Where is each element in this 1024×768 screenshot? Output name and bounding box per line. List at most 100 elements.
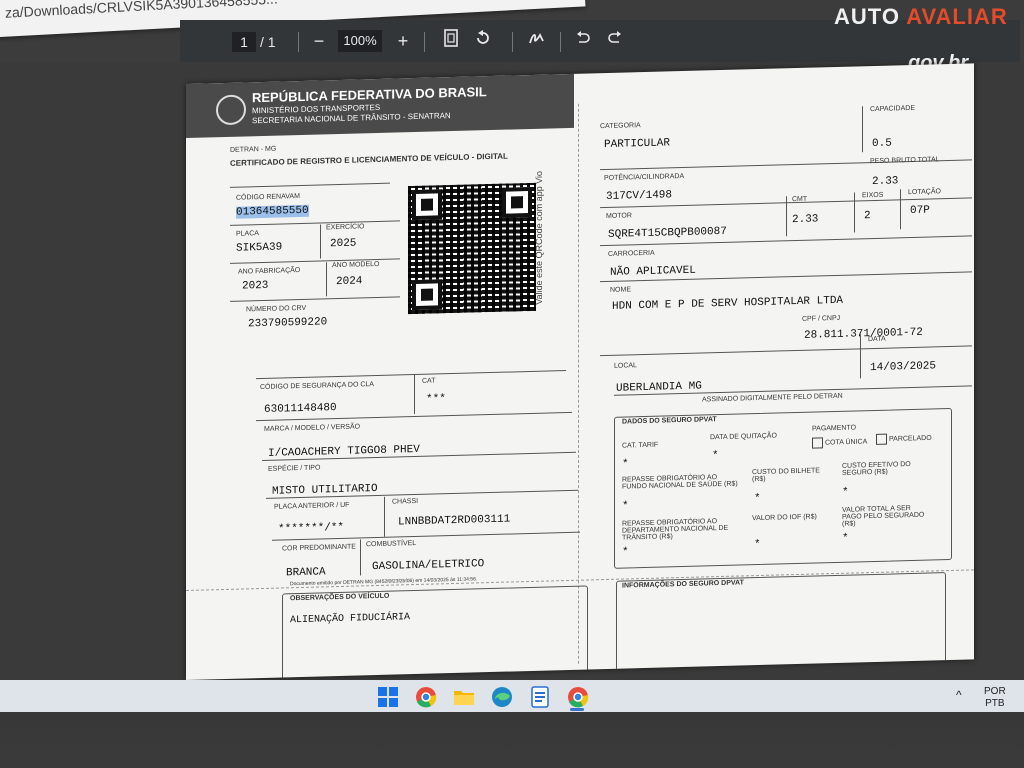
categoria-value: PARTICULAR xyxy=(604,137,671,152)
categoria-label: CATEGORIA xyxy=(600,122,641,131)
rule xyxy=(854,192,855,233)
peso-label: PESO BRUTO TOTAL xyxy=(870,156,940,166)
rule xyxy=(360,539,361,576)
motor-label: MOTOR xyxy=(606,212,632,221)
toolbar-divider xyxy=(424,32,425,52)
toolbar-divider xyxy=(512,32,513,52)
data-value: 14/03/2025 xyxy=(870,360,937,375)
watermark-logo: AUTO AVALIAR xyxy=(834,4,1008,29)
language-indicator[interactable]: POR PTB xyxy=(984,686,1006,710)
renavam-value[interactable]: 01364585550 xyxy=(236,204,309,219)
header-title: REPÚBLICA FEDERATIVA DO BRASIL xyxy=(252,84,487,106)
cat-tarif-value: * xyxy=(622,458,629,471)
zoom-in-button[interactable]: + xyxy=(390,28,416,54)
repasse-dnt-label: REPASSE OBRIGATÓRIO AO DEPARTAMENTO NACI… xyxy=(622,518,729,542)
cota-unica-option[interactable]: COTA ÚNICA xyxy=(812,436,867,449)
lotacao-label: LOTAÇÃO xyxy=(908,188,941,197)
carroceria-value: NÃO APLICAVEL xyxy=(610,264,696,279)
exercicio-label: EXERCÍCIO xyxy=(326,223,365,232)
zoom-out-button[interactable]: − xyxy=(306,28,332,54)
cert-title: CERTIFICADO DE REGISTRO E LICENCIAMENTO … xyxy=(230,151,508,168)
ano-fab-label: ANO FABRICAÇÃO xyxy=(238,267,301,276)
redo-icon[interactable] xyxy=(602,28,628,54)
nome-value: HDN COM E P DE SERV HOSPITALAR LTDA xyxy=(612,294,844,313)
undo-icon[interactable] xyxy=(570,28,596,54)
tray-overflow-icon[interactable]: ^ xyxy=(956,688,962,702)
keyboard-layout: PTB xyxy=(985,698,1005,709)
taskbar xyxy=(0,680,1024,712)
qr-corner xyxy=(502,186,532,218)
capacidade-label: CAPACIDADE xyxy=(870,104,915,114)
exercicio-value: 2025 xyxy=(330,237,357,251)
parcelado-checkbox[interactable] xyxy=(876,433,887,445)
chrome-active-icon[interactable] xyxy=(566,685,590,709)
rule xyxy=(414,374,415,415)
potencia-value: 317CV/1498 xyxy=(606,189,673,204)
nome-label: NOME xyxy=(610,286,631,294)
fit-page-icon[interactable] xyxy=(438,28,464,54)
page-total: / 1 xyxy=(260,32,276,52)
rule xyxy=(860,334,861,379)
local-label: LOCAL xyxy=(614,362,637,370)
rule xyxy=(786,196,787,237)
file-explorer-icon[interactable] xyxy=(452,685,476,709)
marca-label: MARCA / MODELO / VERSÃO xyxy=(264,423,361,433)
chrome-icon[interactable] xyxy=(414,685,438,709)
toolbar-divider xyxy=(298,32,299,52)
placa-anterior-label: PLACA ANTERIOR / UF xyxy=(274,501,350,511)
carroceria-label: CARROCERIA xyxy=(608,249,655,258)
rule xyxy=(862,106,863,153)
crv-value: 233790599220 xyxy=(248,316,328,331)
document-app-icon[interactable] xyxy=(528,685,552,709)
eixos-value: 2 xyxy=(864,210,871,223)
rule xyxy=(256,370,566,380)
brasil-seal-icon xyxy=(216,94,246,126)
pagamento-label: PAGAMENTO xyxy=(812,424,857,433)
placa-value: SIK5A39 xyxy=(236,241,283,255)
seguranca-value: 63011148480 xyxy=(264,402,337,416)
qr-corner xyxy=(412,189,442,221)
assinado-label: ASSINADO DIGITALMENTE PELO DETRAN xyxy=(702,392,843,404)
screen: za/Downloads/CRLVSIK5A390136458555... 1 … xyxy=(0,0,1024,712)
edge-icon[interactable] xyxy=(490,685,514,709)
combustivel-label: COMBUSTÍVEL xyxy=(366,539,417,549)
custo-bilhete-label: CUSTO DO BILHETE (R$) xyxy=(752,467,820,484)
custo-bilhete-value: * xyxy=(754,492,761,506)
cpf-value: 28.811.371/0001-72 xyxy=(804,326,923,342)
rule xyxy=(900,189,901,230)
potencia-label: POTÊNCIA/CILINDRADA xyxy=(604,172,685,183)
ano-fab-value: 2023 xyxy=(242,279,269,293)
repasse-fns-value: * xyxy=(622,500,629,513)
cat-label: CAT xyxy=(422,377,436,385)
cmt-value: 2.33 xyxy=(792,213,819,227)
qrcode-note: Valide este QRCode com app Vio xyxy=(534,170,544,305)
parcelado-option[interactable]: PARCELADO xyxy=(876,432,932,445)
chassi-label: CHASSI xyxy=(392,497,419,506)
zoom-level-input[interactable]: 100% xyxy=(338,30,382,52)
cat-value: *** xyxy=(426,393,446,406)
iof-value: * xyxy=(754,538,761,552)
windows-start-icon[interactable] xyxy=(376,685,400,709)
rule xyxy=(230,220,400,226)
data-quitacao-value: * xyxy=(712,450,719,463)
repasse-dnt-value: * xyxy=(622,546,629,559)
placa-label: PLACA xyxy=(236,230,259,238)
combustivel-value: GASOLINA/ELETRICO xyxy=(372,558,485,574)
page-number-input[interactable]: 1 xyxy=(232,32,256,52)
document-header: REPÚBLICA FEDERATIVA DO BRASIL MINISTÉRI… xyxy=(186,73,574,138)
detran-label: DETRAN - MG xyxy=(230,145,277,154)
cor-label: COR PREDOMINANTE xyxy=(282,543,356,553)
data-label: DATA xyxy=(868,335,886,344)
especie-label: ESPÉCIE / TIPO xyxy=(268,464,321,473)
rule xyxy=(384,496,385,537)
page-separator: / xyxy=(260,34,264,50)
peso-value: 2.33 xyxy=(872,175,899,189)
draw-icon[interactable] xyxy=(524,28,550,54)
crv-label: NÚMERO DO CRV xyxy=(246,304,307,314)
motor-value: SQRE4T15CBQPB00087 xyxy=(608,225,727,241)
cota-unica-checkbox[interactable] xyxy=(812,437,823,449)
crlv-document: REPÚBLICA FEDERATIVA DO BRASIL MINISTÉRI… xyxy=(186,63,974,681)
rotate-icon[interactable] xyxy=(470,28,496,54)
cmt-label: CMT xyxy=(792,195,808,204)
page-total-value: 1 xyxy=(267,34,276,50)
